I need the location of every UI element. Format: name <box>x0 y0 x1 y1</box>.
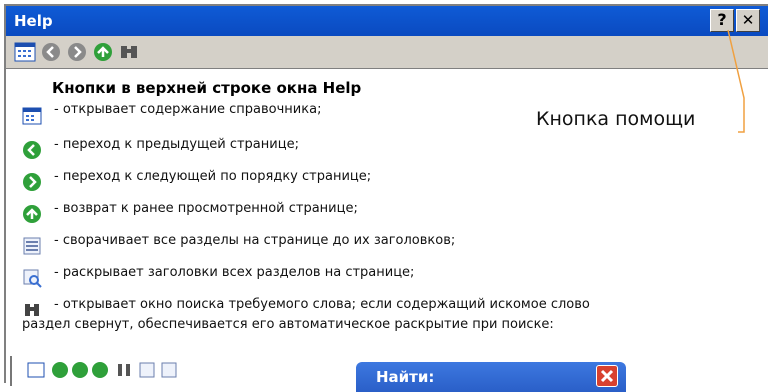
forward-icon[interactable] <box>66 41 88 63</box>
row-text: - открывает окно поиска требуемого слова… <box>54 297 590 312</box>
preview-border <box>10 356 18 386</box>
expand-icon <box>22 268 42 288</box>
row-text-continuation: раздел свернут, обеспечивается его автом… <box>22 317 554 332</box>
contents-icon[interactable] <box>14 41 36 63</box>
contents-icon <box>22 106 42 126</box>
home-icon[interactable] <box>92 41 114 63</box>
forward-icon <box>22 172 42 192</box>
back-icon[interactable] <box>40 41 62 63</box>
preview-toolbar-icons <box>27 362 177 378</box>
row-text: - возврат к ранее просмотренной странице… <box>54 201 358 216</box>
row-text: - сворачивает все разделы на странице до… <box>54 233 456 248</box>
help-window: Help ? ✕ Кнопки в верхней строке окна He… <box>4 4 768 392</box>
find-dialog: Найти: <box>356 362 626 392</box>
row-text: - переход к следующей по порядку страниц… <box>54 169 372 184</box>
search-icon[interactable] <box>118 41 140 63</box>
collapse-icon <box>22 236 42 256</box>
row-text: - раскрывает заголовки всех разделов на … <box>54 265 415 280</box>
section-heading: Кнопки в верхней строке окна Help <box>52 79 362 97</box>
help-button-callout: Кнопка помощи <box>536 108 696 130</box>
title-bar: Help ? ✕ <box>6 6 768 36</box>
preview-image: Найти: <box>10 356 746 392</box>
help-button[interactable]: ? <box>710 9 734 32</box>
back-icon <box>22 140 42 160</box>
row-text: - открывает содержание справочника; <box>54 102 322 117</box>
close-icon <box>596 365 618 387</box>
row-text: - переход к предыдущей странице; <box>54 137 299 152</box>
toolbar <box>6 36 768 69</box>
close-button[interactable]: ✕ <box>736 9 760 32</box>
home-icon <box>22 204 42 224</box>
find-dialog-title: Найти: <box>376 368 435 386</box>
window-title: Help <box>14 12 53 30</box>
